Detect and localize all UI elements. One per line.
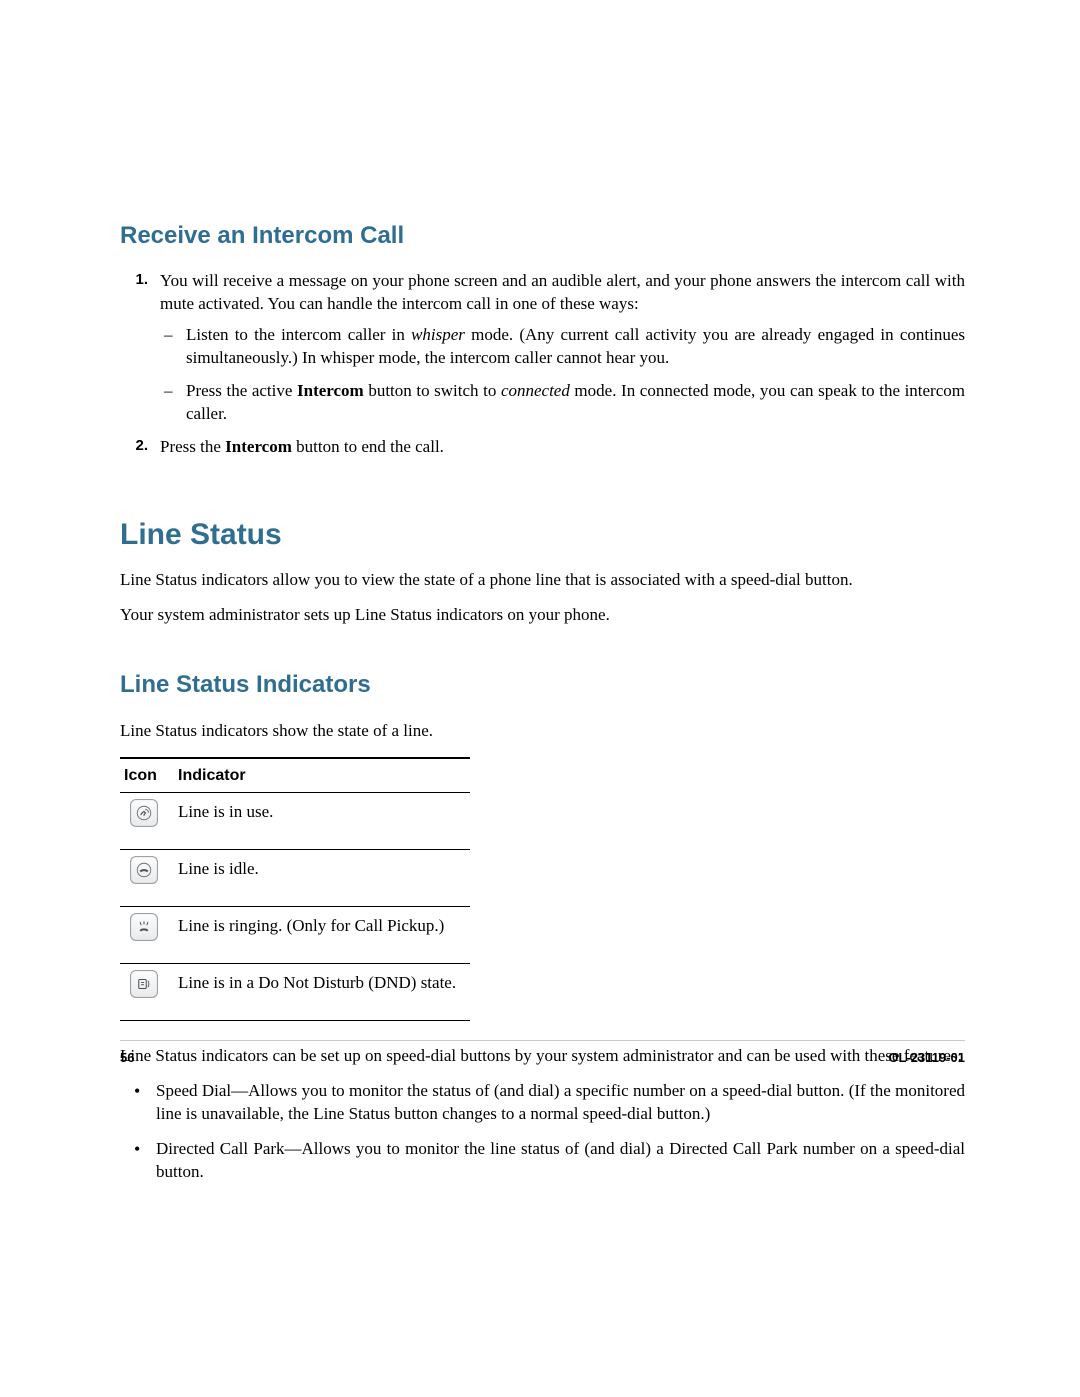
step-1: 1. You will receive a message on your ph… — [156, 270, 965, 426]
indicator-text: Line is idle. — [174, 850, 470, 907]
text-fragment: Listen to the intercom caller in — [186, 325, 411, 344]
intercom-steps-list: 1. You will receive a message on your ph… — [120, 270, 965, 459]
step-number: 2. — [120, 436, 148, 456]
line-in-use-icon — [130, 799, 158, 827]
line-status-p2: Your system administrator sets up Line S… — [120, 604, 965, 627]
text-fragment: Press the active — [186, 381, 297, 400]
line-dnd-icon — [130, 970, 158, 998]
table-row: Line is in a Do Not Disturb (DND) state. — [120, 964, 470, 1021]
list-item: Speed Dial—Allows you to monitor the sta… — [156, 1080, 965, 1126]
line-ringing-icon — [130, 913, 158, 941]
document-page: Receive an Intercom Call 1. You will rec… — [0, 0, 1080, 1397]
indicator-text: Line is in a Do Not Disturb (DND) state. — [174, 964, 470, 1021]
intercom-word: Intercom — [225, 437, 292, 456]
step-1-sub-b: Press the active Intercom button to swit… — [186, 380, 965, 426]
table-head-indicator: Indicator — [174, 758, 470, 793]
heading-line-status-indicators: Line Status Indicators — [120, 669, 965, 701]
text-fragment: button to switch to — [364, 381, 501, 400]
step-1-sublist: Listen to the intercom caller in whisper… — [160, 324, 965, 426]
whisper-word: whisper — [411, 325, 465, 344]
heading-line-status: Line Status — [120, 515, 965, 556]
indicator-table: Icon Indicator Line is in use. — [120, 757, 470, 1021]
table-row: Line is ringing. (Only for Call Pickup.) — [120, 907, 470, 964]
page-number: 56 — [120, 1049, 134, 1067]
indicator-text: Line is in use. — [174, 793, 470, 850]
heading-receive-intercom: Receive an Intercom Call — [120, 220, 965, 252]
table-row: Line is idle. — [120, 850, 470, 907]
doc-id: OL-23119-01 — [888, 1049, 965, 1067]
connected-word: connected — [501, 381, 570, 400]
text-fragment: button to end the call. — [292, 437, 444, 456]
table-row: Line is in use. — [120, 793, 470, 850]
intercom-word: Intercom — [297, 381, 364, 400]
features-list: Speed Dial—Allows you to monitor the sta… — [120, 1080, 965, 1184]
step-1-sub-a: Listen to the intercom caller in whisper… — [186, 324, 965, 370]
list-item: Directed Call Park—Allows you to monitor… — [156, 1138, 965, 1184]
page-footer: 56 OL-23119-01 — [120, 1040, 965, 1067]
indicator-text: Line is ringing. (Only for Call Pickup.) — [174, 907, 470, 964]
step-2: 2. Press the Intercom button to end the … — [156, 436, 965, 459]
text-fragment: Press the — [160, 437, 225, 456]
line-idle-icon — [130, 856, 158, 884]
line-status-p1: Line Status indicators allow you to view… — [120, 569, 965, 592]
step-number: 1. — [120, 270, 148, 290]
step-1-text: You will receive a message on your phone… — [160, 271, 965, 313]
table-head-icon: Icon — [120, 758, 174, 793]
indicators-intro: Line Status indicators show the state of… — [120, 720, 965, 743]
